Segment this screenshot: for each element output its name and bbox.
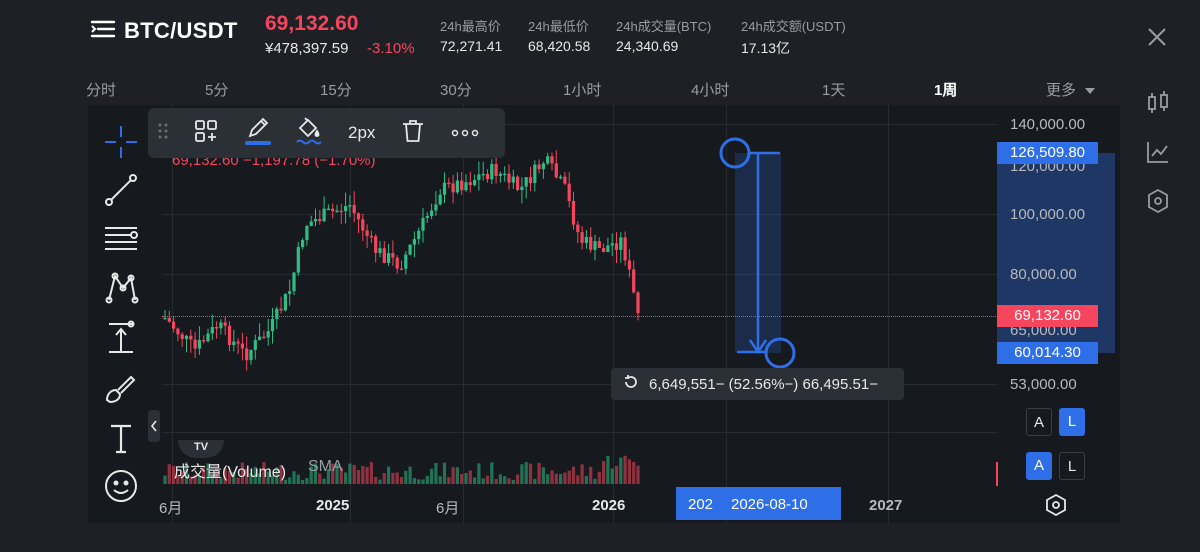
measure-readout: −66,495.51 (−52.56%) −6,649,551 (611, 368, 904, 400)
template-icon[interactable] (194, 119, 218, 148)
y-tick-label: 53,000.00 (1010, 376, 1077, 393)
line-width-button[interactable]: 2px (348, 123, 375, 143)
emoji-icon[interactable] (103, 468, 139, 509)
x-tick-label: 2027 (869, 497, 903, 514)
x-tick-label: 2026 (592, 497, 626, 514)
indicators-icon[interactable] (1146, 140, 1170, 169)
fill-color-icon[interactable] (296, 116, 322, 151)
line-color-icon[interactable] (244, 116, 272, 151)
drag-handle-icon[interactable] (158, 122, 168, 145)
pattern-icon[interactable] (103, 270, 139, 311)
measure-bottom-price-tag: 60,014.30 (997, 342, 1098, 364)
log-scale-button[interactable]: L (1059, 408, 1085, 436)
more-options-icon[interactable] (451, 124, 479, 142)
measure-top-price-tag: 126,509.80 (997, 142, 1098, 164)
hexagon-settings-icon[interactable] (1146, 188, 1170, 219)
trendline-icon[interactable] (103, 172, 139, 213)
volume-label: 成交量(Volume) (174, 464, 287, 481)
y-tick-label: 80,000.00 (1010, 266, 1077, 283)
date-tag: 2026-08-10 (731, 496, 808, 513)
x-tick-label: 6月 (159, 500, 183, 517)
candle-type-icon[interactable] (1146, 90, 1170, 121)
measure-readout-text: −66,495.51 (−52.56%) −6,649,551 (649, 375, 878, 393)
volume-log-scale-button[interactable]: L (1059, 452, 1085, 480)
chart-settings-icon[interactable] (1045, 493, 1067, 521)
volume-sma-label: SMA (308, 458, 343, 475)
crosshair-icon[interactable] (103, 124, 139, 165)
trash-icon[interactable] (401, 118, 425, 149)
reset-icon[interactable] (623, 374, 639, 395)
x-tick-label: 2025 (316, 497, 350, 514)
text-tool-icon[interactable] (103, 420, 139, 461)
fib-lines-icon[interactable] (103, 222, 139, 263)
x-tick-label: 6月 (436, 500, 460, 517)
collapse-sidebar-button[interactable] (148, 410, 160, 442)
volume-current-bar (996, 462, 998, 486)
y-tick-label: 100,000.00 (1010, 206, 1086, 223)
date-tag-partial: 202 (688, 496, 714, 513)
brush-icon[interactable] (103, 370, 139, 411)
y-tick-label: 140,000.00 (1010, 116, 1086, 133)
current-price-tag: 69,132.60 (997, 305, 1098, 327)
auto-scale-button[interactable]: A (1026, 408, 1052, 436)
volume-auto-scale-button[interactable]: A (1026, 452, 1052, 480)
price-range-icon[interactable] (103, 320, 139, 361)
drawing-toolbar: 2px (148, 108, 505, 158)
